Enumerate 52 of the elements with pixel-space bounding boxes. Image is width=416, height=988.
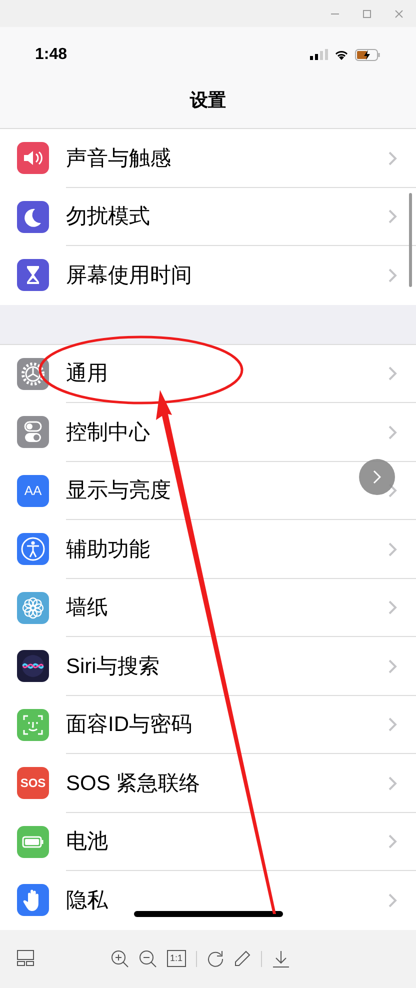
chevron-right-icon [388,834,397,850]
status-time: 1:48 [35,44,68,64]
row-label: 面容ID与密码 [66,712,192,738]
download-icon[interactable] [272,950,290,968]
hourglass-icon [17,259,49,292]
battery-icon [17,826,49,858]
settings-row[interactable]: 通用 [0,344,416,403]
siri-icon [17,650,49,682]
nav-title: 设置 [190,89,226,112]
flower-icon [17,592,49,624]
chevron-right-icon [388,268,397,283]
chevron-right-icon [388,424,397,440]
zoom-out-icon[interactable] [139,950,157,968]
actual-size-button[interactable]: 1:1 [167,950,186,967]
text-size-icon: AA [17,474,49,507]
gear-icon [17,358,49,390]
sos-icon: SOS [17,767,49,800]
accessibility-icon [17,533,49,566]
chevron-right-icon [388,209,397,224]
face-id-icon [17,708,49,741]
row-label: 隐私 [66,888,108,914]
row-label: 辅助功能 [66,536,150,562]
chevron-right-icon [388,717,397,732]
moon-icon [17,200,49,233]
row-label: 显示与亮度 [66,478,171,504]
chevron-right-icon [388,776,397,791]
signal-icon [310,49,328,60]
row-label: 墙纸 [66,595,108,621]
chevron-right-icon [388,150,397,166]
chevron-right-icon [388,542,397,557]
row-label: 勿扰模式 [66,204,150,230]
thumbnails-icon[interactable] [17,950,34,966]
row-label: 控制中心 [66,420,150,446]
rotate-icon[interactable] [206,950,224,967]
chevron-right-icon [388,892,397,908]
hand-icon [17,884,49,916]
chevron-right-icon [388,366,397,382]
pencil-icon[interactable] [234,950,251,967]
chevron-right-icon [388,600,397,616]
toggles-icon [17,416,49,448]
wifi-icon [334,49,349,60]
row-label: 声音与触感 [66,146,171,172]
sound-icon [17,142,49,174]
row-label: 通用 [66,361,108,387]
row-label: 电池 [66,829,108,855]
zoom-in-icon[interactable] [111,950,129,968]
row-label: Siri与搜索 [66,654,160,680]
battery-charging-icon [355,48,381,60]
row-label: 屏幕使用时间 [66,262,192,288]
chevron-right-icon [388,658,397,674]
row-label: SOS 紧急联络 [66,770,200,796]
chevron-right-icon [373,470,381,484]
